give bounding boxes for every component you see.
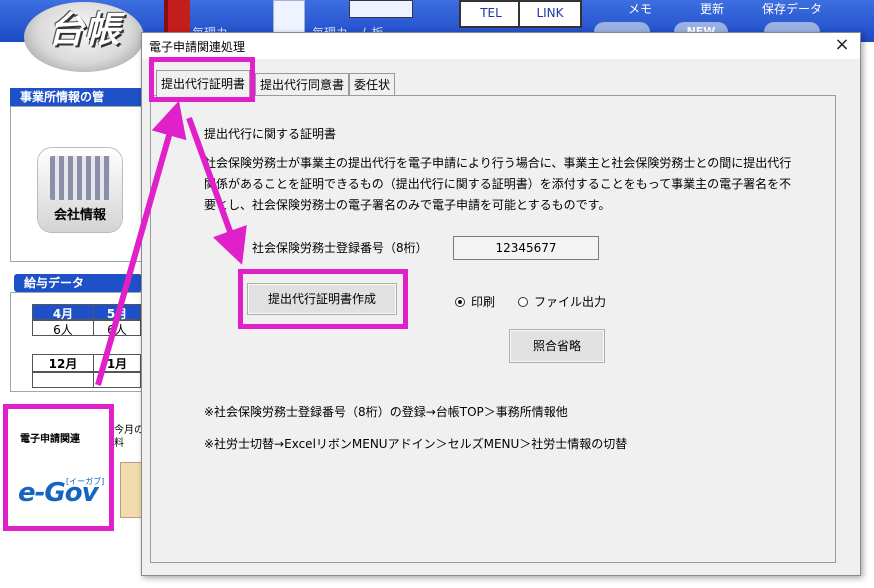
arrow-to-tab xyxy=(95,100,187,386)
arrow-to-button xyxy=(186,116,247,265)
annotation-arrows xyxy=(95,100,247,386)
